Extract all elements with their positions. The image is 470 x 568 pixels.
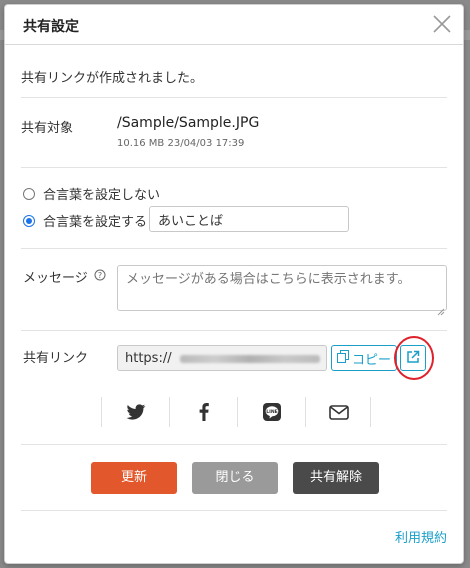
divider bbox=[21, 97, 447, 98]
highlight-circle bbox=[394, 336, 434, 380]
dialog-header: 共有設定 bbox=[5, 5, 463, 45]
divider bbox=[101, 397, 102, 427]
divider bbox=[169, 397, 170, 427]
link-url-text: https:// bbox=[125, 351, 172, 366]
divider bbox=[21, 510, 447, 511]
share-settings-dialog: 共有設定 共有リンクが作成されました。 共有対象 /Sample/Sample.… bbox=[4, 4, 464, 564]
twitter-icon[interactable] bbox=[104, 395, 168, 429]
divider bbox=[21, 167, 447, 168]
memo-textarea[interactable] bbox=[117, 265, 447, 311]
close-button[interactable]: 閉じる bbox=[192, 462, 278, 494]
link-url-blurred bbox=[180, 355, 320, 363]
target-label: 共有対象 bbox=[21, 121, 74, 136]
radio-set[interactable] bbox=[23, 214, 35, 227]
copy-icon bbox=[336, 349, 349, 367]
link-url-field[interactable]: https:// bbox=[117, 345, 327, 371]
svg-text:LINE: LINE bbox=[266, 409, 278, 415]
update-button[interactable]: 更新 bbox=[91, 462, 177, 494]
created-message: 共有リンクが作成されました。 bbox=[21, 71, 204, 86]
dialog-title: 共有設定 bbox=[23, 19, 79, 35]
mail-icon[interactable] bbox=[307, 395, 371, 429]
passphrase-option-none[interactable]: 合言葉を設定しない bbox=[23, 184, 160, 203]
terms-link[interactable]: 利用規約 bbox=[395, 527, 447, 546]
facebook-icon[interactable] bbox=[172, 395, 236, 429]
svg-text:?: ? bbox=[98, 271, 102, 280]
radio-none[interactable] bbox=[23, 187, 35, 200]
passphrase-option-set[interactable]: 合言葉を設定する bbox=[23, 211, 147, 230]
line-icon[interactable]: LINE bbox=[240, 395, 304, 429]
divider bbox=[370, 397, 371, 427]
divider bbox=[305, 397, 306, 427]
social-share-row: LINE bbox=[101, 395, 371, 429]
help-circle-icon[interactable]: ? bbox=[94, 269, 106, 285]
unshare-button[interactable]: 共有解除 bbox=[293, 462, 379, 494]
memo-label-row: メッセージ ? bbox=[23, 267, 106, 286]
divider bbox=[237, 397, 238, 427]
divider bbox=[21, 248, 447, 249]
copy-label: コピー bbox=[351, 352, 391, 368]
radio-set-label: 合言葉を設定する bbox=[43, 215, 148, 230]
passphrase-input[interactable] bbox=[149, 206, 349, 232]
copy-button[interactable]: コピー bbox=[331, 345, 397, 371]
resize-handle-icon[interactable] bbox=[437, 301, 445, 320]
close-icon[interactable] bbox=[429, 11, 455, 37]
memo-label: メッセージ bbox=[23, 271, 88, 286]
radio-none-label: 合言葉を設定しない bbox=[43, 188, 161, 203]
target-meta: 10.16 MB 23/04/03 17:39 bbox=[117, 138, 245, 149]
link-label: 共有リンク bbox=[23, 351, 89, 366]
divider bbox=[21, 444, 447, 445]
divider bbox=[21, 330, 447, 331]
target-path: /Sample/Sample.JPG bbox=[117, 115, 260, 131]
